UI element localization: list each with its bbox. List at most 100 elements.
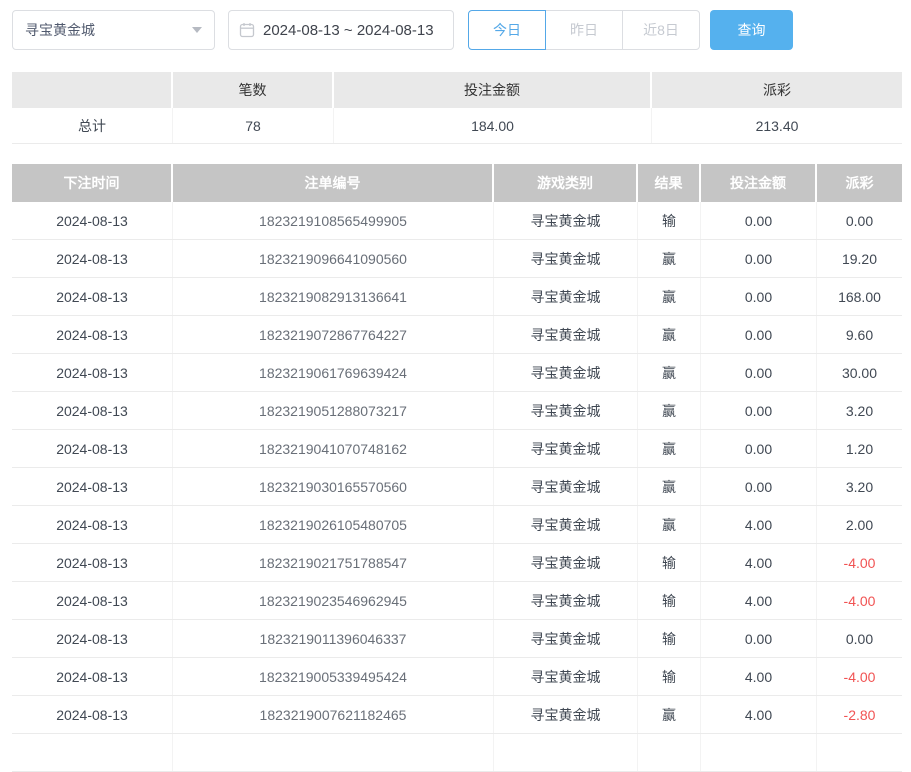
- cell-result: 输: [638, 620, 701, 657]
- table-row: 2024-08-13 1823219061769639424 寻宝黄金城 赢 0…: [12, 354, 902, 392]
- toolbar: 寻宝黄金城 2024-08-13 ~ 2024-08-13 今日昨日近8日 查询: [12, 10, 793, 50]
- cell-payout: 3.20: [817, 392, 902, 429]
- header-bet-amount: 投注金额: [701, 164, 817, 202]
- cell-order-number: 1823219005339495424: [173, 658, 494, 695]
- cell-bet-amount: 4.00: [701, 506, 817, 543]
- summary-header-empty: [12, 72, 173, 108]
- cell-result: 赢: [638, 430, 701, 467]
- cell-result: 赢: [638, 468, 701, 505]
- cell-order-number: 1823219051288073217: [173, 392, 494, 429]
- calendar-icon: [239, 22, 255, 38]
- query-button[interactable]: 查询: [710, 10, 793, 50]
- table-row: 2024-08-13 1823219096641090560 寻宝黄金城 赢 0…: [12, 240, 902, 278]
- table-row: 2024-08-13 1823219023546962945 寻宝黄金城 输 4…: [12, 582, 902, 620]
- cell-order-number: 1823219011396046337: [173, 620, 494, 657]
- cell-result: 输: [638, 544, 701, 581]
- quick-filter-3[interactable]: 近8日: [622, 10, 700, 50]
- cell-payout: 9.60: [817, 316, 902, 353]
- cell-payout: -2.80: [817, 696, 902, 733]
- cell-result: 赢: [638, 354, 701, 391]
- cell-bet-amount: 0.00: [701, 240, 817, 277]
- cell-order-number: 1823219030165570560: [173, 468, 494, 505]
- quick-filter-2[interactable]: 昨日: [545, 10, 623, 50]
- table-row: 2024-08-13 1823219051288073217 寻宝黄金城 赢 0…: [12, 392, 902, 430]
- cell-game-type: 寻宝黄金城: [494, 468, 638, 505]
- cell-game-type: 寻宝黄金城: [494, 202, 638, 239]
- cell-bet-time: 2024-08-13: [12, 240, 173, 277]
- table-row: 2024-08-13 1823219011396046337 寻宝黄金城 输 0…: [12, 620, 902, 658]
- records-body: 2024-08-13 1823219108565499905 寻宝黄金城 输 0…: [12, 202, 902, 734]
- summary-total-count: 78: [173, 108, 334, 143]
- cell-bet-time: 2024-08-13: [12, 430, 173, 467]
- cell-payout: 1.20: [817, 430, 902, 467]
- date-range-input[interactable]: 2024-08-13 ~ 2024-08-13: [228, 10, 454, 50]
- cell-result: 输: [638, 582, 701, 619]
- cell-bet-time: 2024-08-13: [12, 544, 173, 581]
- header-payout: 派彩: [817, 164, 902, 202]
- cell-bet-amount: 0.00: [701, 202, 817, 239]
- cell-order-number: 1823219041070748162: [173, 430, 494, 467]
- cell-bet-amount: 4.00: [701, 544, 817, 581]
- cell-order-number: 1823219108565499905: [173, 202, 494, 239]
- table-row: 2024-08-13 1823219072867764227 寻宝黄金城 赢 0…: [12, 316, 902, 354]
- cell-payout: -4.00: [817, 658, 902, 695]
- cell-payout: 3.20: [817, 468, 902, 505]
- cell-order-number: 1823219061769639424: [173, 354, 494, 391]
- table-row: 2024-08-13 1823219082913136641 寻宝黄金城 赢 0…: [12, 278, 902, 316]
- cell-bet-time: 2024-08-13: [12, 582, 173, 619]
- cell-bet-time: 2024-08-13: [12, 620, 173, 657]
- table-row: 2024-08-13 1823219108565499905 寻宝黄金城 输 0…: [12, 202, 902, 240]
- cell-payout: 0.00: [817, 620, 902, 657]
- table-row: 2024-08-13 1823219021751788547 寻宝黄金城 输 4…: [12, 544, 902, 582]
- cell-order-number: 1823219023546962945: [173, 582, 494, 619]
- cell-payout: 168.00: [817, 278, 902, 315]
- summary-total-payout: 213.40: [652, 108, 902, 143]
- cell-bet-amount: 4.00: [701, 658, 817, 695]
- records-table: 下注时间 注单编号 游戏类别 结果 投注金额 派彩 2024-08-13 182…: [12, 164, 902, 772]
- summary-total-row: 总计 78 184.00 213.40: [12, 108, 902, 144]
- cell-bet-time: 2024-08-13: [12, 278, 173, 315]
- cell-result: 输: [638, 658, 701, 695]
- game-select[interactable]: 寻宝黄金城: [12, 10, 215, 50]
- cell-payout: 0.00: [817, 202, 902, 239]
- cell-order-number: 1823219082913136641: [173, 278, 494, 315]
- table-row: 2024-08-13 1823219007621182465 寻宝黄金城 赢 4…: [12, 696, 902, 734]
- cell-bet-time: 2024-08-13: [12, 392, 173, 429]
- cell-result: 赢: [638, 278, 701, 315]
- cell-game-type: 寻宝黄金城: [494, 316, 638, 353]
- summary-total-label: 总计: [12, 108, 173, 143]
- header-order-number: 注单编号: [173, 164, 494, 202]
- cell-bet-time: 2024-08-13: [12, 202, 173, 239]
- cell-bet-amount: 0.00: [701, 278, 817, 315]
- quick-filter-1[interactable]: 今日: [468, 10, 546, 50]
- header-result: 结果: [638, 164, 701, 202]
- summary-header-payout: 派彩: [652, 72, 902, 108]
- cell-game-type: 寻宝黄金城: [494, 354, 638, 391]
- cell-game-type: 寻宝黄金城: [494, 278, 638, 315]
- cell-bet-amount: 0.00: [701, 392, 817, 429]
- summary-header-bet-amount: 投注金额: [334, 72, 652, 108]
- cell-game-type: 寻宝黄金城: [494, 582, 638, 619]
- cell-game-type: 寻宝黄金城: [494, 506, 638, 543]
- cell-order-number: 1823219021751788547: [173, 544, 494, 581]
- cell-bet-amount: 0.00: [701, 468, 817, 505]
- cell-bet-amount: 0.00: [701, 354, 817, 391]
- cell-payout: 30.00: [817, 354, 902, 391]
- cell-order-number: 1823219072867764227: [173, 316, 494, 353]
- cell-result: 赢: [638, 392, 701, 429]
- summary-header-row: 笔数 投注金额 派彩: [12, 72, 902, 108]
- quick-filter-group: 今日昨日近8日: [468, 10, 700, 50]
- summary-total-bet-amount: 184.00: [334, 108, 652, 143]
- game-select-value: 寻宝黄金城: [25, 20, 95, 40]
- cell-game-type: 寻宝黄金城: [494, 696, 638, 733]
- cell-game-type: 寻宝黄金城: [494, 240, 638, 277]
- table-row: 2024-08-13 1823219005339495424 寻宝黄金城 输 4…: [12, 658, 902, 696]
- cell-order-number: 1823219007621182465: [173, 696, 494, 733]
- summary-table: 笔数 投注金额 派彩 总计 78 184.00 213.40: [12, 72, 902, 144]
- cell-order-number: 1823219026105480705: [173, 506, 494, 543]
- cell-bet-amount: 0.00: [701, 430, 817, 467]
- cell-bet-amount: 4.00: [701, 582, 817, 619]
- cell-result: 赢: [638, 696, 701, 733]
- cell-game-type: 寻宝黄金城: [494, 544, 638, 581]
- cell-bet-time: 2024-08-13: [12, 354, 173, 391]
